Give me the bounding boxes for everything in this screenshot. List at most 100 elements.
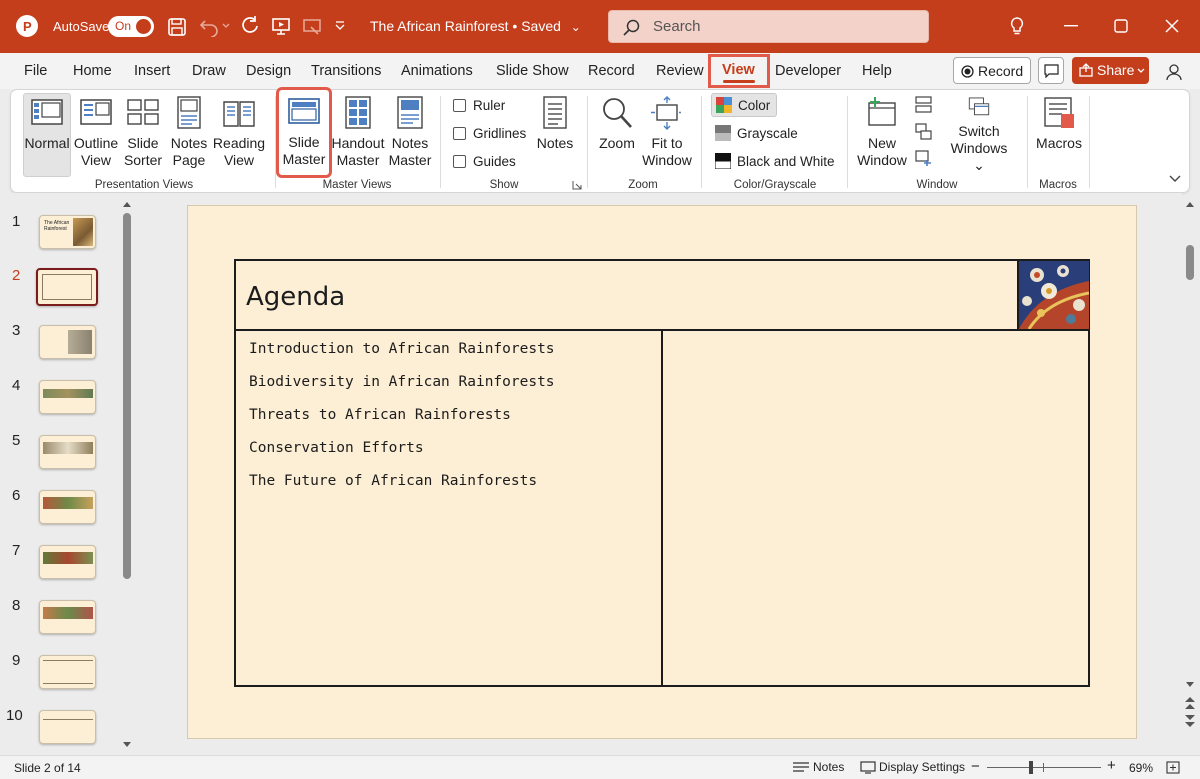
slide-thumbnail-7[interactable] bbox=[39, 545, 96, 579]
zoom-button[interactable]: Zoom bbox=[595, 94, 639, 174]
slide-master-button[interactable]: Slide Master bbox=[276, 87, 332, 178]
record-icon bbox=[961, 65, 974, 78]
slide-thumbnail-6[interactable] bbox=[39, 490, 96, 524]
undo-dropdown-icon[interactable] bbox=[222, 22, 230, 30]
tab-review[interactable]: Review bbox=[656, 63, 704, 79]
notes-label: Notes bbox=[536, 135, 574, 151]
new-window-button[interactable]: New Window bbox=[856, 94, 908, 174]
show-dialog-launcher-icon[interactable] bbox=[572, 180, 582, 190]
black-and-white-icon bbox=[715, 153, 731, 169]
tab-record[interactable]: Record bbox=[588, 63, 635, 79]
notes-page-button[interactable]: Notes Page bbox=[167, 94, 211, 174]
undo-icon[interactable] bbox=[199, 17, 221, 37]
zoom-level[interactable]: 69% bbox=[1129, 761, 1153, 775]
right-content-placeholder[interactable] bbox=[664, 332, 1088, 685]
redo-icon[interactable] bbox=[239, 16, 259, 36]
arrange-all-icon[interactable] bbox=[915, 96, 932, 113]
thumbnail-scrollbar-thumb[interactable] bbox=[123, 213, 131, 579]
canvas-scroll-down-icon[interactable] bbox=[1185, 681, 1195, 689]
previous-slide-icon[interactable] bbox=[1184, 696, 1196, 710]
color-button[interactable]: Color bbox=[711, 93, 777, 117]
notes-master-button[interactable]: Notes Master bbox=[387, 94, 433, 174]
grayscale-icon bbox=[715, 125, 731, 141]
macros-button[interactable]: Macros bbox=[1033, 94, 1085, 174]
tab-view[interactable]: View bbox=[708, 54, 770, 88]
zoom-slider-track[interactable] bbox=[987, 767, 1101, 768]
scroll-down-arrow-icon[interactable] bbox=[122, 741, 132, 749]
present-from-start-icon[interactable] bbox=[271, 16, 291, 36]
outline-view-button[interactable]: Outline View bbox=[72, 94, 120, 174]
black-and-white-button[interactable]: Black and White bbox=[715, 149, 835, 173]
fit-to-window-line1: Fit to bbox=[651, 135, 683, 151]
notes-toggle[interactable]: Notes bbox=[792, 760, 844, 774]
slide-thumbnail-1[interactable]: The African Rainforest bbox=[39, 215, 96, 249]
comments-button[interactable] bbox=[1038, 57, 1064, 84]
group-separator bbox=[275, 96, 276, 188]
black-and-white-label: Black and White bbox=[737, 153, 835, 169]
canvas-scrollbar-thumb[interactable] bbox=[1186, 245, 1194, 280]
gridlines-checkbox[interactable]: Gridlines bbox=[453, 121, 526, 145]
slide-number: 6 bbox=[12, 487, 21, 504]
customize-qat-icon[interactable] bbox=[334, 20, 346, 32]
display-settings-button[interactable]: Display Settings bbox=[860, 760, 965, 774]
collapse-ribbon-icon[interactable] bbox=[1169, 175, 1181, 183]
slide-title[interactable]: Agenda bbox=[246, 282, 345, 312]
slide-master-line2: Master bbox=[282, 151, 326, 167]
search-box[interactable]: Search bbox=[608, 10, 929, 43]
lightbulb-icon[interactable] bbox=[1009, 16, 1025, 36]
tab-slide-show[interactable]: Slide Show bbox=[496, 63, 569, 79]
save-icon[interactable] bbox=[167, 17, 187, 37]
handout-master-button[interactable]: Handout Master bbox=[330, 94, 386, 174]
canvas-scroll-up-icon[interactable] bbox=[1185, 200, 1195, 208]
tab-developer[interactable]: Developer bbox=[775, 63, 841, 79]
reading-view-button[interactable]: Reading View bbox=[213, 94, 265, 174]
autosave-toggle[interactable]: On bbox=[108, 16, 154, 37]
slide-thumbnail-5[interactable] bbox=[39, 435, 96, 469]
slide-thumbnail-4[interactable] bbox=[39, 380, 96, 414]
slide-thumbnail-9[interactable] bbox=[39, 655, 96, 689]
zoom-out-button[interactable]: − bbox=[971, 758, 980, 775]
slide-sorter-button[interactable]: Slide Sorter bbox=[121, 94, 165, 174]
tab-insert[interactable]: Insert bbox=[134, 63, 170, 79]
group-separator bbox=[440, 96, 441, 188]
tab-home[interactable]: Home bbox=[73, 63, 112, 79]
move-split-icon[interactable] bbox=[915, 150, 932, 167]
notes-button[interactable]: Notes bbox=[533, 94, 577, 174]
slide[interactable]: Agenda Introduction to African Rainfores… bbox=[187, 205, 1137, 739]
tab-design[interactable]: Design bbox=[246, 63, 291, 79]
present-current-icon[interactable] bbox=[302, 17, 322, 37]
guides-checkbox-box[interactable] bbox=[453, 154, 466, 168]
tab-transitions[interactable]: Transitions bbox=[311, 63, 381, 79]
slide-thumbnail-2[interactable] bbox=[36, 268, 98, 306]
agenda-list[interactable]: Introduction to African Rainforests Biod… bbox=[249, 339, 555, 504]
coauthor-icon[interactable] bbox=[1164, 62, 1184, 82]
slide-thumbnail-3[interactable] bbox=[39, 325, 96, 359]
close-icon[interactable] bbox=[1165, 19, 1179, 33]
maximize-icon[interactable] bbox=[1114, 19, 1128, 33]
tab-animations[interactable]: Animations bbox=[401, 63, 473, 79]
document-title[interactable]: The African Rainforest • Saved ⌄ bbox=[370, 18, 581, 34]
fit-to-window-button[interactable]: Fit to Window bbox=[641, 94, 693, 174]
tab-help[interactable]: Help bbox=[862, 63, 892, 79]
fit-slide-icon[interactable] bbox=[1165, 760, 1181, 775]
guides-checkbox[interactable]: Guides bbox=[453, 149, 516, 173]
group-separator bbox=[701, 96, 702, 188]
gridlines-checkbox-box[interactable] bbox=[453, 126, 466, 140]
ruler-checkbox-box[interactable] bbox=[453, 98, 466, 112]
minimize-icon[interactable] bbox=[1064, 25, 1078, 27]
ruler-checkbox[interactable]: Ruler bbox=[453, 93, 505, 117]
record-button[interactable]: Record bbox=[953, 57, 1031, 84]
zoom-slider-thumb[interactable] bbox=[1029, 761, 1033, 774]
zoom-in-button[interactable]: + bbox=[1107, 757, 1116, 774]
tab-draw[interactable]: Draw bbox=[192, 63, 226, 79]
tab-file[interactable]: File bbox=[24, 63, 47, 79]
switch-windows-button[interactable]: Switch Windows ⌄ bbox=[947, 94, 1011, 174]
slide-thumbnail-8[interactable] bbox=[39, 600, 96, 634]
grayscale-button[interactable]: Grayscale bbox=[715, 121, 798, 145]
slide-thumbnail-10[interactable] bbox=[39, 710, 96, 744]
share-button[interactable]: Share bbox=[1072, 57, 1149, 84]
next-slide-icon[interactable] bbox=[1184, 714, 1196, 728]
normal-view-button[interactable]: Normal bbox=[23, 93, 71, 177]
cascade-icon[interactable] bbox=[915, 123, 932, 140]
scroll-up-arrow-icon[interactable] bbox=[122, 200, 132, 208]
